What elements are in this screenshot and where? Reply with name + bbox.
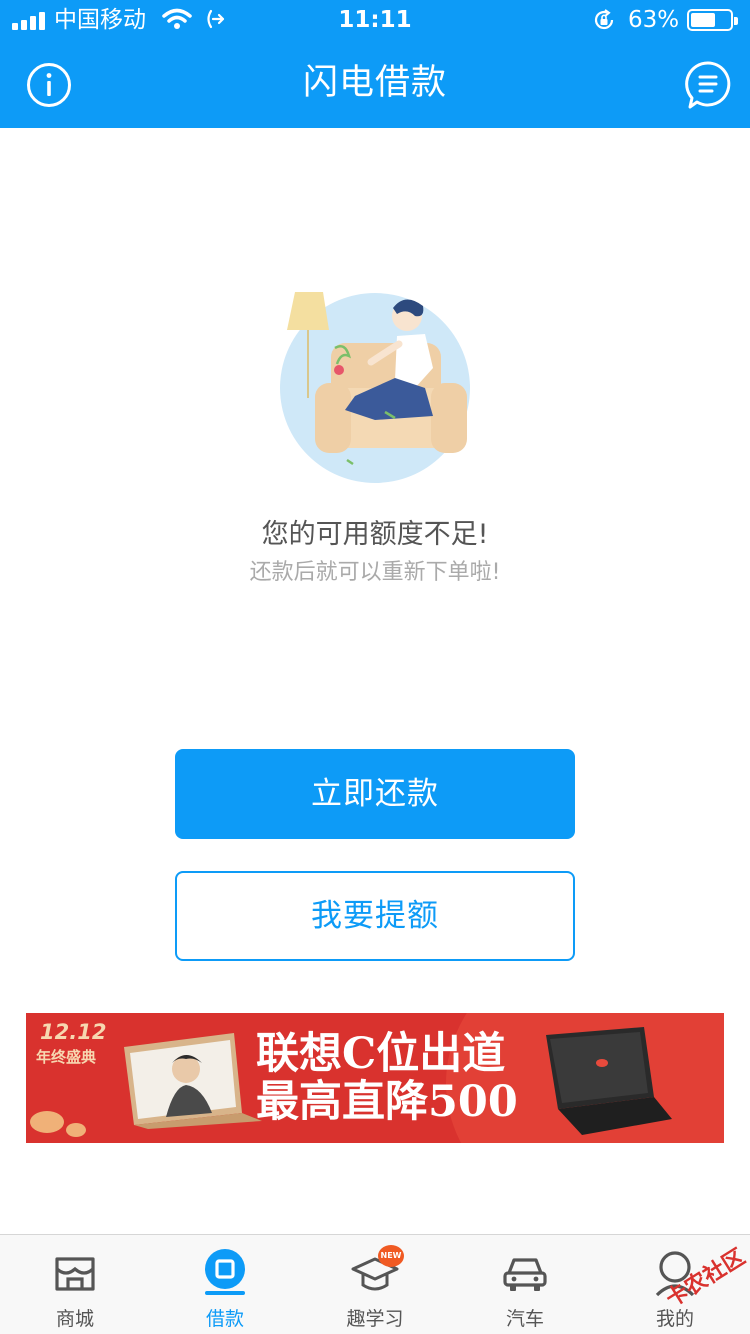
loan-icon (205, 1249, 245, 1295)
rotation-lock-icon (594, 9, 614, 30)
laptop-image (124, 1033, 262, 1129)
tab-label: 商城 (55, 1308, 94, 1330)
tab-learning[interactable]: NEW 趣学习 (300, 1235, 450, 1334)
watermark-text: 卡农社区 (661, 1244, 750, 1313)
store-icon (55, 1257, 95, 1291)
repay-hint: 还款后就可以重新下单啦! (249, 560, 501, 585)
message-icon[interactable] (684, 60, 732, 112)
banner-subheadline: 最高直降500 (256, 1077, 518, 1127)
empty-state-illustration (280, 292, 470, 483)
app-screen: 中国移动 11:11 63% 闪电借款 您的可用额度不足! 还款后就可以重新下单… (0, 0, 750, 1334)
coin-decoration (66, 1123, 86, 1137)
battery-icon (687, 9, 738, 31)
status-bar: 中国移动 11:11 63% (0, 0, 750, 40)
quota-insufficient-message: 您的可用额度不足! (261, 519, 489, 550)
gaming-laptop-image (546, 1027, 672, 1135)
tab-loan[interactable]: 借款 (150, 1235, 300, 1334)
banner-date: 12.12 (40, 1020, 107, 1044)
top-bar: 中国移动 11:11 63% 闪电借款 (0, 0, 750, 128)
banner-event-tag: 年终盛典 (36, 1048, 97, 1066)
coin-decoration (30, 1111, 64, 1133)
car-icon (503, 1258, 547, 1291)
tab-label: 借款 (205, 1308, 244, 1330)
raise-limit-button[interactable]: 我要提额 (175, 871, 575, 961)
banner-headline: 联想C位出道 (256, 1029, 506, 1079)
community-watermark: 卡农社区 (640, 1242, 750, 1322)
bottom-tab-bar: 商城 借款 NEW 趣学习 汽车 我的 (0, 1234, 750, 1334)
repay-now-button[interactable]: 立即还款 (175, 749, 575, 839)
new-badge: NEW (378, 1245, 404, 1267)
page-title: 闪电借款 (302, 63, 447, 103)
tab-label: 汽车 (505, 1308, 544, 1330)
tab-car[interactable]: 汽车 (450, 1235, 600, 1334)
promo-banner[interactable]: 12.12 年终盛典 联想C位出道 最高直降500 (26, 1013, 724, 1143)
tab-label: 趣学习 (346, 1308, 404, 1330)
tab-mall[interactable]: 商城 (0, 1235, 150, 1334)
battery-percent: 63% (628, 7, 680, 33)
